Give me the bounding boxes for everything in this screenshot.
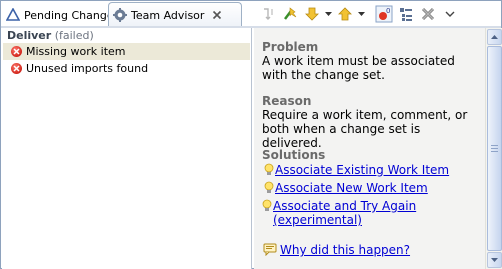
- associate-existing-work-item-link[interactable]: Associate Existing Work Item: [275, 163, 449, 177]
- problem-list: Deliver (failed) Missing work item Unuse…: [2, 28, 252, 269]
- operation-name: Deliver: [7, 29, 52, 42]
- problem-description: A work item must be associated with the …: [262, 54, 455, 82]
- lightbulb-icon: [264, 163, 274, 179]
- solution-item: Associate and Try Again (experimental): [262, 199, 423, 227]
- error-icon: [11, 63, 22, 74]
- scroll-thumb[interactable]: [487, 46, 502, 251]
- down-arrow-icon[interactable]: [301, 4, 323, 24]
- associate-new-work-item-link[interactable]: Associate New Work Item: [275, 181, 428, 195]
- solution-item: Associate Existing Work Item: [264, 163, 449, 179]
- tab-bar: Pending Changes Team Advisor 0: [1, 1, 501, 28]
- list-item-label: Missing work item: [26, 45, 126, 58]
- tab-pending-changes[interactable]: Pending Changes: [3, 3, 119, 27]
- operation-group-header: Deliver (failed): [7, 29, 94, 42]
- run-icon[interactable]: [279, 4, 301, 24]
- svg-text:0: 0: [386, 7, 390, 15]
- view-toolbar: 0: [257, 4, 461, 24]
- vertical-scrollbar[interactable]: [485, 28, 502, 269]
- list-item[interactable]: Missing work item: [3, 43, 250, 60]
- team-advisor-icon: [113, 8, 127, 22]
- dropdown-arrow-icon[interactable]: [323, 4, 334, 24]
- reason-heading: Reason: [262, 94, 312, 108]
- collapse-icon[interactable]: [395, 4, 417, 24]
- solutions-heading: Solutions: [262, 148, 326, 162]
- list-item[interactable]: Unused imports found: [3, 60, 250, 77]
- solution-item: Associate New Work Item: [264, 181, 428, 197]
- tab-pending-changes-label: Pending Changes: [24, 8, 120, 22]
- pending-changes-icon: [6, 8, 20, 22]
- tab-team-advisor-label: Team Advisor: [131, 8, 205, 22]
- close-icon[interactable]: [211, 9, 223, 21]
- team-sync-icon[interactable]: [257, 4, 279, 24]
- detail-pane: Problem A work item must be associated w…: [254, 28, 485, 269]
- view-menu-icon[interactable]: [439, 4, 461, 24]
- up-arrow-icon[interactable]: [334, 4, 356, 24]
- help-chat-icon: [263, 243, 279, 259]
- problem-heading: Problem: [262, 40, 319, 54]
- team-advisor-view: Pending Changes Team Advisor 0 Deliver (…: [0, 0, 502, 269]
- scroll-up-button[interactable]: [487, 29, 502, 45]
- tab-team-advisor[interactable]: Team Advisor: [108, 2, 242, 27]
- error-icon: [11, 46, 22, 57]
- why-did-this-happen-link[interactable]: Why did this happen?: [280, 243, 410, 257]
- dropdown-arrow-icon[interactable]: [356, 4, 367, 24]
- lightbulb-icon: [264, 181, 274, 197]
- help-item: Why did this happen?: [263, 243, 410, 259]
- associate-and-try-again-link[interactable]: Associate and Try Again (experimental): [273, 199, 423, 227]
- scroll-down-button[interactable]: [487, 252, 502, 268]
- error-filter-icon[interactable]: 0: [373, 4, 395, 24]
- reason-description: Require a work item, comment, or both wh…: [262, 108, 468, 150]
- remove-all-icon[interactable]: [417, 4, 439, 24]
- operation-status: (failed): [54, 29, 94, 42]
- list-item-label: Unused imports found: [26, 62, 149, 75]
- lightbulb-icon: [262, 199, 272, 215]
